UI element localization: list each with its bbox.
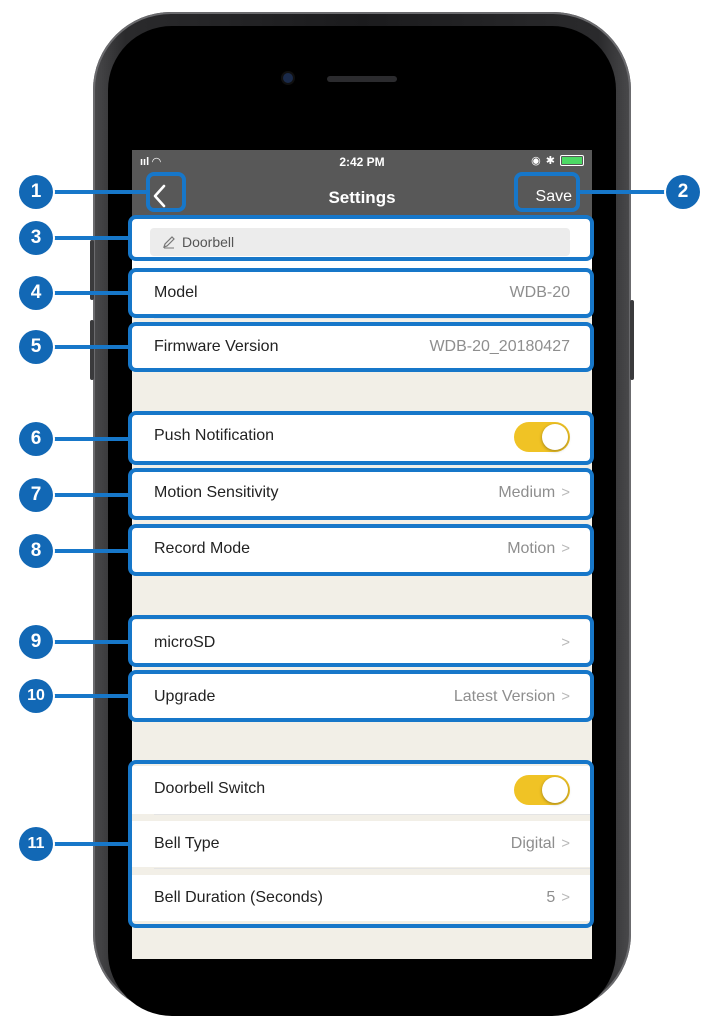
status-time: 2:42 PM	[339, 155, 385, 169]
callout-marker: 5	[19, 330, 53, 364]
callout-box-model	[128, 268, 594, 318]
volume-down-button	[90, 320, 94, 380]
callout-box-microsd	[128, 615, 594, 667]
callout-marker: 4	[19, 276, 53, 310]
callout-box-motion	[128, 468, 594, 520]
callout-box-upgrade	[128, 670, 594, 722]
orientation-lock-icon: ◉	[531, 155, 541, 167]
callout-connector	[580, 190, 670, 194]
battery-icon	[560, 155, 584, 166]
callout-box-save	[514, 172, 580, 212]
bluetooth-icon: ✱	[545, 155, 555, 167]
callout-connector	[50, 640, 128, 644]
status-right-icons: ◉ ✱	[531, 154, 584, 167]
callout-box-device-name	[128, 215, 594, 261]
divider	[154, 318, 592, 319]
callout-marker: 8	[19, 534, 53, 568]
callout-marker: 6	[19, 422, 53, 456]
callout-marker: 1	[19, 175, 53, 209]
callout-box-push	[128, 411, 594, 465]
callout-connector	[50, 345, 128, 349]
callout-box-firmware	[128, 322, 594, 372]
front-camera	[283, 73, 293, 83]
callout-box-bell-group	[128, 760, 594, 928]
callout-marker: 11	[19, 827, 53, 861]
callout-connector	[50, 694, 128, 698]
callout-connector	[50, 549, 128, 553]
callout-connector	[50, 493, 128, 497]
power-button	[630, 300, 634, 380]
callout-marker: 2	[666, 175, 700, 209]
callout-connector	[50, 236, 128, 240]
earpiece-speaker	[327, 76, 397, 82]
callout-marker: 3	[19, 221, 53, 255]
callout-box-record	[128, 524, 594, 576]
callout-connector	[50, 190, 146, 194]
callout-connector	[50, 437, 128, 441]
callout-marker: 7	[19, 478, 53, 512]
callout-marker: 10	[19, 679, 53, 713]
callout-marker: 9	[19, 625, 53, 659]
callout-box-back	[146, 172, 186, 212]
callout-connector	[50, 291, 128, 295]
callout-connector	[50, 842, 128, 846]
status-bar: ııl ◠ 2:42 PM ◉ ✱	[132, 150, 592, 174]
